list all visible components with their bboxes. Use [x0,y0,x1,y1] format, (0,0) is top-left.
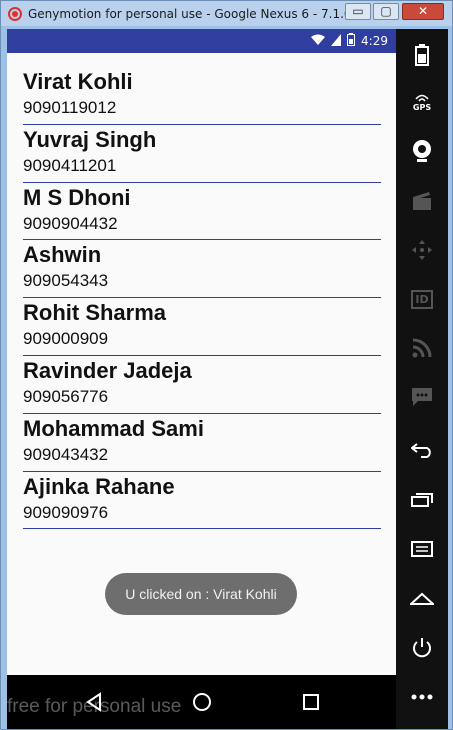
id-label: ID [411,289,433,309]
rss-icon [396,328,448,368]
status-time: 4:29 [361,34,388,48]
contact-name: M S Dhoni [23,184,131,210]
contact-phone: 909056776 [23,386,109,406]
watermark-text: free for personal use [7,696,182,717]
list-item[interactable]: Ravinder Jadeja 909056776 [23,356,381,414]
contact-phone: 909043432 [23,444,109,464]
recent-apps-icon[interactable] [396,479,448,519]
list-item[interactable]: Yuvraj Singh 9090411201 [23,125,381,183]
contact-phone: 909054343 [23,271,109,291]
contact-name: Virat Kohli [23,69,133,94]
contact-name: Ravinder Jadeja [23,357,192,383]
contact-list: Virat Kohli 9090119012 Yuvraj Singh 9090… [23,67,381,530]
list-item[interactable]: Virat Kohli 9090119012 [23,67,381,125]
contact-name: Rohit Sharma [23,300,167,326]
contact-phone: 909000909 [23,329,109,349]
contact-name: Ashwin [23,242,102,268]
maximize-button[interactable]: ▢ [373,3,399,20]
app-screen: 4:29 Virat Kohli 9090119012 Yuvraj Singh… [7,29,396,675]
list-item[interactable]: Mohammad Sami 909043432 [23,414,381,472]
signal-icon [331,33,342,49]
genymotion-logo-icon [8,6,22,21]
list-item[interactable]: M S Dhoni 9090904432 [23,183,381,241]
battery-icon [347,33,356,49]
emulator-toolbar: GPS ID [396,29,448,729]
contact-phone: 9090904432 [23,213,118,233]
contact-name: Yuvraj Singh [23,126,157,152]
toast-message: U clicked on : Virat Kohli [105,573,297,615]
status-bar: 4:29 [7,29,396,53]
battery-icon[interactable] [396,35,448,75]
webcam-icon[interactable] [396,131,448,171]
back-icon[interactable] [396,430,448,470]
dpad-icon [396,230,448,270]
device-frame: 4:29 Virat Kohli 9090119012 Yuvraj Singh… [7,29,448,729]
close-button[interactable]: ✕ [402,3,444,20]
nav-recents-icon[interactable] [296,687,326,717]
contact-phone: 9090411201 [23,155,117,175]
contact-phone: 909090976 [23,502,109,522]
id-icon: ID [396,279,448,319]
gps-icon[interactable]: GPS [396,82,448,122]
list-item[interactable]: Rohit Sharma 909000909 [23,298,381,356]
clapperboard-icon [396,181,448,221]
gps-label: GPS [412,102,432,112]
list-item[interactable]: Ajinka Rahane 909090976 [23,472,381,530]
minimize-button[interactable]: ▭ [345,3,371,20]
window-title: Genymotion for personal use - Google Nex… [28,6,346,21]
contact-name: Mohammad Sami [23,415,204,441]
contact-name: Ajinka Rahane [23,473,175,499]
sms-icon [396,377,448,417]
contact-phone: 9090119012 [23,98,117,117]
wifi-icon [311,34,326,49]
nav-home-icon[interactable] [187,687,217,717]
home-icon[interactable] [396,579,448,619]
power-icon[interactable] [396,628,448,668]
emulator-window: Genymotion for personal use - Google Nex… [0,0,453,730]
more-icon[interactable] [396,677,448,717]
window-titlebar[interactable]: Genymotion for personal use - Google Nex… [1,1,452,26]
menu-icon[interactable] [396,529,448,569]
list-item[interactable]: Ashwin 909054343 [23,240,381,299]
